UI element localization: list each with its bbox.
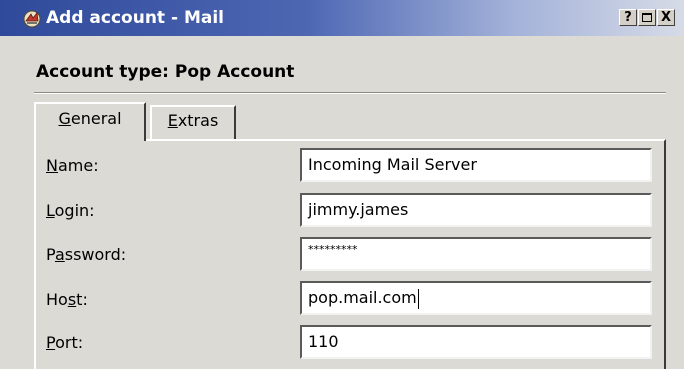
login-field[interactable]: jimmy.james xyxy=(300,193,652,227)
window-title: Add account - Mail xyxy=(46,8,224,28)
name-field[interactable]: Incoming Mail Server xyxy=(300,148,652,182)
port-label: Port: xyxy=(46,333,83,352)
text-cursor xyxy=(417,288,419,309)
login-label-rest: ogin: xyxy=(54,201,95,220)
account-type-heading: Account type: Pop Account xyxy=(36,62,295,82)
maximize-button[interactable] xyxy=(638,9,656,26)
tab-general-label: eneral xyxy=(70,109,122,128)
tab-extras-mnemonic: E xyxy=(167,111,178,130)
password-field-value: ********* xyxy=(308,243,358,256)
port-field[interactable]: 110 xyxy=(300,325,652,359)
port-field-value: 110 xyxy=(308,332,339,351)
add-account-dialog: Add account - Mail ? X Account type: Pop… xyxy=(0,0,684,369)
tab-extras-label: xtras xyxy=(177,111,219,130)
name-label-mnemonic: N xyxy=(46,156,58,175)
port-label-mnemonic: P xyxy=(46,333,56,352)
login-field-value: jimmy.james xyxy=(308,200,409,219)
tab-general[interactable]: General xyxy=(34,102,146,141)
host-label-rest: t: xyxy=(76,290,88,309)
host-label: Host: xyxy=(46,290,88,309)
login-label: Login: xyxy=(46,201,95,220)
mail-app-icon xyxy=(23,10,41,28)
host-label-prefix: Ho xyxy=(46,290,68,309)
help-icon: ? xyxy=(624,10,632,25)
close-button[interactable]: X xyxy=(657,9,675,26)
name-label: Name: xyxy=(46,156,99,175)
host-field-value: pop.mail.com xyxy=(308,288,417,307)
password-label-mnemonic: a xyxy=(54,245,65,264)
host-field[interactable]: pop.mail.com xyxy=(300,281,652,315)
login-label-mnemonic: L xyxy=(46,201,55,220)
tab-extras[interactable]: Extras xyxy=(150,105,236,139)
close-icon: X xyxy=(660,10,672,25)
password-label: Password: xyxy=(46,245,126,264)
password-field[interactable]: ********* xyxy=(300,237,652,271)
maximize-icon xyxy=(642,13,652,22)
heading-separator xyxy=(34,92,666,94)
password-label-rest: ssword: xyxy=(64,245,127,264)
tab-general-mnemonic: G xyxy=(58,109,71,128)
title-bar[interactable]: Add account - Mail ? X xyxy=(0,0,684,36)
host-label-mnemonic: s xyxy=(67,290,77,309)
password-label-prefix: P xyxy=(46,245,55,264)
name-field-value: Incoming Mail Server xyxy=(308,155,477,174)
port-label-rest: ort: xyxy=(55,333,84,352)
help-button[interactable]: ? xyxy=(619,9,637,26)
name-label-rest: ame: xyxy=(57,156,99,175)
